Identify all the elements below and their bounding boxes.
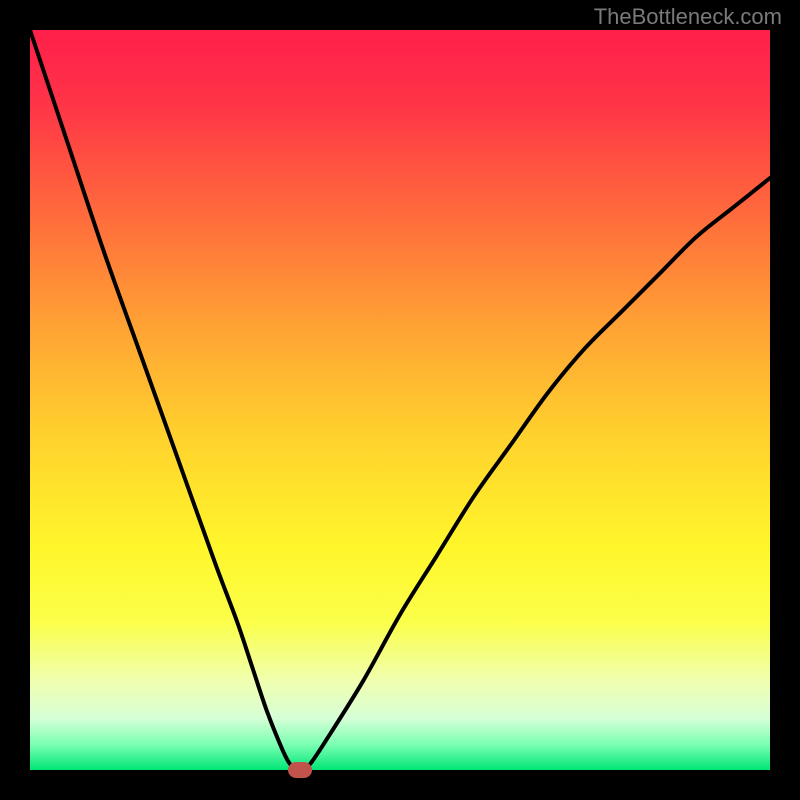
plot-area xyxy=(30,30,770,770)
chart-svg xyxy=(30,30,770,770)
watermark-text: TheBottleneck.com xyxy=(594,4,782,30)
gradient-background xyxy=(30,30,770,770)
chart-container: TheBottleneck.com xyxy=(0,0,800,800)
optimal-marker xyxy=(288,762,312,778)
